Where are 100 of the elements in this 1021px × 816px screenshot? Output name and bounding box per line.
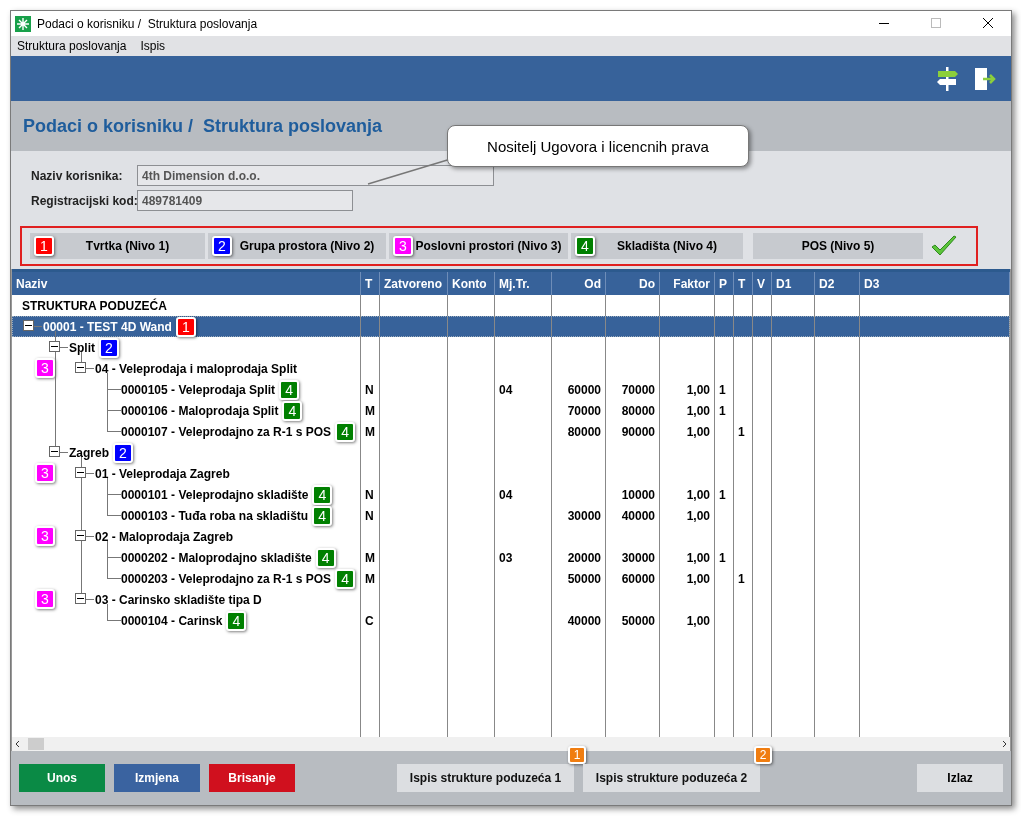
column-header[interactable]: P [715, 272, 734, 295]
level-badge: 4 [335, 568, 356, 589]
collapse-icon[interactable] [75, 530, 86, 541]
print-button[interactable]: Ispis strukture poduzeća 2 [583, 764, 760, 792]
field-label: Naziv korisnika: [31, 168, 124, 183]
table-cell: 90000 [621, 424, 655, 439]
level-badge: 4 [575, 236, 595, 256]
table-cell: 10000 [621, 487, 655, 502]
action-button[interactable]: Unos [19, 764, 105, 792]
tree-row[interactable]: 0000107 - Veleprodajno za R-1 s POS 4 M 80000 90000 1,00 1 [12, 421, 1010, 442]
collapse-icon[interactable] [49, 341, 60, 352]
column-header[interactable]: Faktor [660, 272, 715, 295]
tree-row[interactable]: 0000105 - Veleprodaja Split 4 N 04 60000 70000 1,00 1 [12, 379, 1010, 400]
tree-row[interactable]: 3 03 - Carinsko skladište tipa D [12, 589, 1010, 610]
level-button[interactable]: 1 Tvrtka (Nivo 1) [30, 233, 205, 259]
tree-row[interactable]: 3 04 - Veleprodaja i maloprodaja Split [12, 358, 1010, 379]
tree-node-label[interactable]: Zagreb [69, 445, 109, 460]
tree-row[interactable]: 0000104 - Carinsk 4 C 40000 50000 1,00 [12, 610, 1010, 631]
table-cell: 20000 [567, 550, 601, 565]
tree-node-label[interactable]: 0000107 - Veleprodajno za R-1 s POS [121, 424, 332, 439]
tree-row[interactable]: 0000202 - Maloprodajno skladište 4 M 03 20000 30000 1,00 1 [12, 547, 1010, 568]
tree-row[interactable]: 0000203 - Veleprodajno za R-1 s POS 4 M 50000 60000 1,00 1 [12, 568, 1010, 589]
table-cell: M [365, 403, 375, 418]
table-cell: 30000 [567, 508, 601, 523]
callout-bubble: Nositelj Ugovora i licencnih prava [447, 125, 749, 167]
input-field[interactable]: 4th Dimension d.o.o. [137, 165, 494, 186]
column-header[interactable]: D1 [772, 272, 815, 295]
column-header[interactable]: V [753, 272, 772, 295]
tree-row[interactable]: 0000103 - Tuđa roba na skladištu 4 N 30000 40000 1,00 [12, 505, 1010, 526]
checkmark-icon[interactable] [930, 234, 958, 258]
collapse-icon[interactable] [75, 467, 86, 478]
level-badge: 4 [226, 610, 247, 631]
menu-item[interactable]: Ispis [140, 39, 166, 53]
collapse-icon[interactable] [75, 362, 86, 373]
table-cell: 1 [738, 571, 745, 586]
tree-node-label[interactable]: 0000103 - Tuđa roba na skladištu [121, 508, 309, 523]
tree-row[interactable]: Split 2 [12, 337, 1010, 358]
table-cell: 1 [738, 424, 745, 439]
tree-node-label[interactable]: 01 - Veleprodaja Zagreb [95, 466, 230, 481]
tree-caption: STRUKTURA PODUZEĆA [22, 298, 167, 313]
level-badge: 4 [312, 484, 333, 505]
level-button[interactable]: POS (Nivo 5) [753, 233, 923, 259]
tree-node-label[interactable]: 0000104 - Carinsk [121, 613, 223, 628]
tree-row[interactable]: Zagreb 2 [12, 442, 1010, 463]
table-cell: 03 [499, 550, 513, 565]
column-header[interactable]: Zatvoreno [380, 272, 448, 295]
table-cell: 50000 [567, 571, 601, 586]
table-cell: 1 [719, 382, 726, 397]
column-header[interactable]: Od [552, 272, 606, 295]
tree-node-label[interactable]: 0000106 - Maloprodaja Split [121, 403, 279, 418]
input-field[interactable]: 489781409 [137, 190, 353, 211]
table-cell: 1,00 [686, 571, 710, 586]
tree-node-label[interactable]: 0000101 - Veleprodajno skladište [121, 487, 309, 502]
level-button[interactable]: 4 Skladišta (Nivo 4) [571, 233, 743, 259]
table-cell: N [365, 487, 374, 502]
action-button[interactable]: Izmjena [114, 764, 200, 792]
table-cell: 04 [499, 487, 513, 502]
column-header[interactable]: T [734, 272, 753, 295]
level-badge: 4 [315, 547, 336, 568]
tree-node-label[interactable]: 03 - Carinsko skladište tipa D [95, 592, 262, 607]
table-cell: 1,00 [686, 424, 710, 439]
tree-row[interactable]: 0000101 - Veleprodajno skladište 4 N 04 10000 1,00 1 [12, 484, 1010, 505]
print-button[interactable]: Ispis strukture poduzeća 1 [397, 764, 574, 792]
table-cell: 1,00 [686, 508, 710, 523]
level-badge: 4 [335, 421, 356, 442]
signpost-icon[interactable] [935, 65, 959, 92]
tree-node-label[interactable]: 0000203 - Veleprodajno za R-1 s POS [121, 571, 332, 586]
column-header[interactable]: D3 [860, 272, 1010, 295]
exit-button[interactable]: Izlaz [917, 764, 1003, 792]
collapse-icon[interactable] [75, 593, 86, 604]
tree-node-label[interactable]: 0000202 - Maloprodajno skladište [121, 550, 312, 565]
tree-node-label[interactable]: Split [69, 340, 95, 355]
column-header[interactable]: T [361, 272, 380, 295]
menu-item[interactable]: Struktura poslovanja [17, 39, 127, 53]
tree-row[interactable]: 3 02 - Maloprodaja Zagreb [12, 526, 1010, 547]
tree-node-label[interactable]: 04 - Veleprodaja i maloprodaja Split [95, 361, 298, 376]
table-cell: M [365, 550, 375, 565]
action-button[interactable]: Brisanje [209, 764, 295, 792]
column-header[interactable]: Mj.Tr. [495, 272, 552, 295]
tree-row[interactable]: 3 01 - Veleprodaja Zagreb [12, 463, 1010, 484]
column-header[interactable]: Naziv [12, 272, 361, 295]
table-cell: 1 [719, 403, 726, 418]
tree-row[interactable]: 0000106 - Maloprodaja Split 4 M 70000 80000 1,00 1 [12, 400, 1010, 421]
level-button[interactable]: 3 Poslovni prostori (Nivo 3) [389, 233, 568, 259]
column-header[interactable]: Do [606, 272, 660, 295]
level-badge: 2 [99, 337, 119, 358]
level-button[interactable]: 2 Grupa prostora (Nivo 2) [208, 233, 386, 259]
scrollbar-thumb[interactable] [28, 738, 44, 750]
collapse-icon[interactable] [49, 446, 60, 457]
table-cell: 70000 [567, 403, 601, 418]
tree-row[interactable]: 00001 - TEST 4D Wand 1 [12, 316, 1010, 337]
level-badge: 1 [175, 316, 196, 337]
table-cell: 1,00 [686, 550, 710, 565]
table-cell: 80000 [567, 424, 601, 439]
tree-node-label[interactable]: 0000105 - Veleprodaja Split [121, 382, 276, 397]
tree-node-label[interactable]: 02 - Maloprodaja Zagreb [95, 529, 234, 544]
tree-node-label[interactable]: 00001 - TEST 4D Wand [43, 319, 172, 334]
column-header[interactable]: Konto [448, 272, 495, 295]
collapse-icon[interactable] [23, 320, 34, 331]
column-header[interactable]: D2 [815, 272, 860, 295]
